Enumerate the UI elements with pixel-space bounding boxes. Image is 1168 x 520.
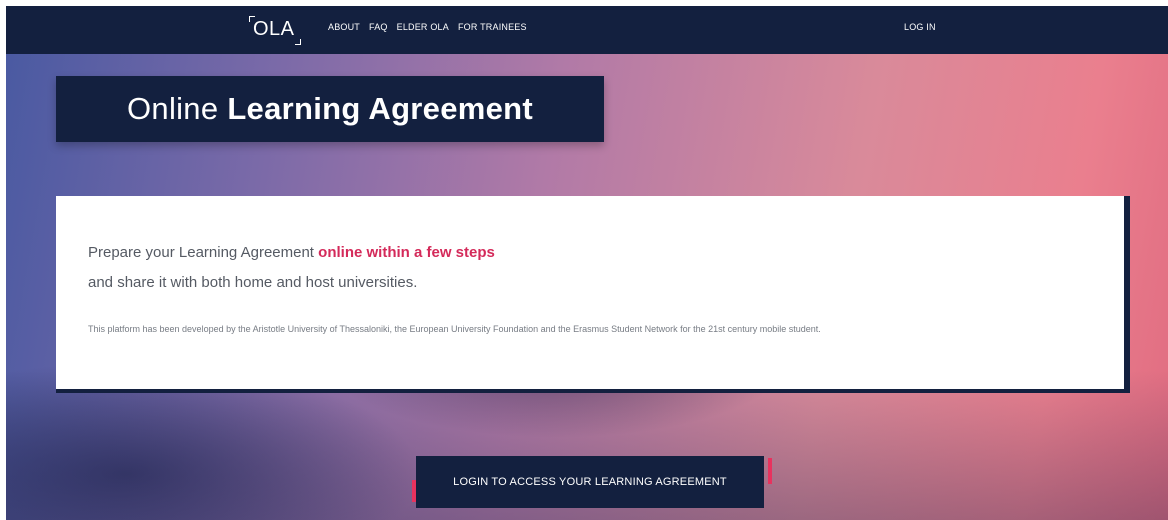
cta-label: LOGIN TO ACCESS YOUR LEARNING AGREEMENT [453,476,727,488]
bracket-top-right-accent [768,458,772,484]
nav-link-about[interactable]: ABOUT [328,22,360,32]
login-link[interactable]: LOG IN [904,22,936,32]
page-title: Online Learning Agreement [127,91,533,127]
bracket-bottom-left-accent [412,480,416,502]
logo-corner-bottom-right [294,39,301,45]
page-title-light: Online [126,91,228,126]
top-navbar: OLA ABOUT FAQ ELDER OLA FOR TRAINEES LOG… [6,6,1168,54]
login-access-agreement-button[interactable]: LOGIN TO ACCESS YOUR LEARNING AGREEMENT [412,456,772,508]
intro-lead-accent: online within a few steps [318,244,495,261]
nav-link-for-trainees[interactable]: FOR TRAINEES [458,22,527,32]
nav-link-elder-ola[interactable]: ELDER OLA [397,22,449,32]
logo-text: OLA [253,18,295,40]
intro-lead: Prepare your Learning Agreement online w… [88,238,495,298]
page-title-bold: Learning Agreement [227,91,534,126]
page-title-banner: Online Learning Agreement [56,76,604,142]
intro-card: Prepare your Learning Agreement online w… [56,196,1124,389]
intro-lead-part2: and share it with both home and host uni… [88,274,418,291]
page: OLA ABOUT FAQ ELDER OLA FOR TRAINEES LOG… [6,6,1168,520]
ola-logo[interactable]: OLA [249,16,301,45]
nav-link-faq[interactable]: FAQ [369,22,388,32]
intro-lead-part1: Prepare your Learning Agreement [88,244,319,261]
logo-corner-top-left [249,16,255,22]
intro-fine-print: This platform has been developed by the … [88,324,821,334]
main-nav: ABOUT FAQ ELDER OLA FOR TRAINEES [328,22,527,32]
